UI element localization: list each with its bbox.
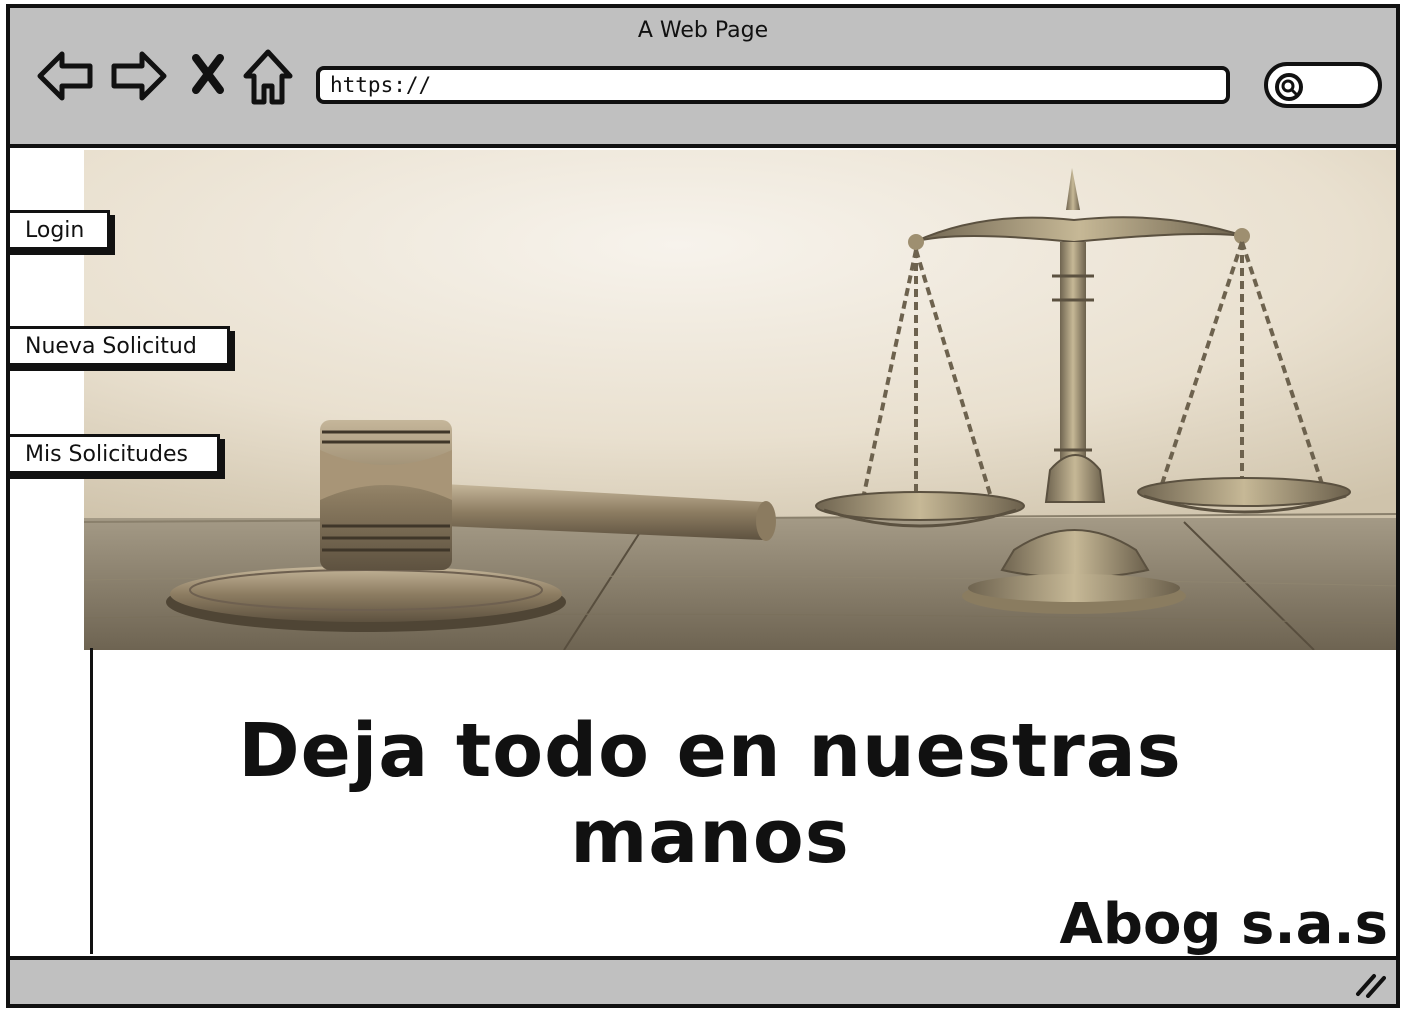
page-headline: Deja todo en nuestras manos <box>238 708 1182 880</box>
browser-titlebar: A Web Page <box>10 8 1396 148</box>
sidebar-item-label: Login <box>25 218 85 243</box>
home-icon[interactable] <box>242 48 294 106</box>
search-icon <box>1275 73 1303 101</box>
page-content: Login Nueva Solicitud Mis Solicitudes De… <box>10 148 1396 960</box>
sidebar-item-login[interactable]: Login <box>10 210 110 250</box>
hero-image <box>84 150 1396 650</box>
sidebar-item-nueva-solicitud[interactable]: Nueva Solicitud <box>10 326 230 366</box>
brand-name: Abog s.a.s <box>1059 892 1388 957</box>
search-box[interactable] <box>1264 62 1382 108</box>
back-arrow-icon[interactable] <box>36 48 94 104</box>
sidebar-item-mis-solicitudes[interactable]: Mis Solicitudes <box>10 434 220 474</box>
browser-window: A Web Page https:// Login Nueva Solicitu… <box>6 4 1400 1008</box>
url-bar[interactable] <box>316 66 1230 104</box>
window-title: A Web Page <box>637 18 769 43</box>
sidebar-item-label: Nueva Solicitud <box>25 334 197 359</box>
browser-statusbar <box>10 956 1396 1004</box>
sidebar-divider <box>90 648 93 954</box>
resize-grip-icon[interactable] <box>1354 970 1386 998</box>
sidebar-item-label: Mis Solicitudes <box>25 442 188 467</box>
gavel-and-scales-image <box>84 150 1396 650</box>
close-icon[interactable] <box>190 54 226 94</box>
forward-arrow-icon[interactable] <box>110 48 168 104</box>
